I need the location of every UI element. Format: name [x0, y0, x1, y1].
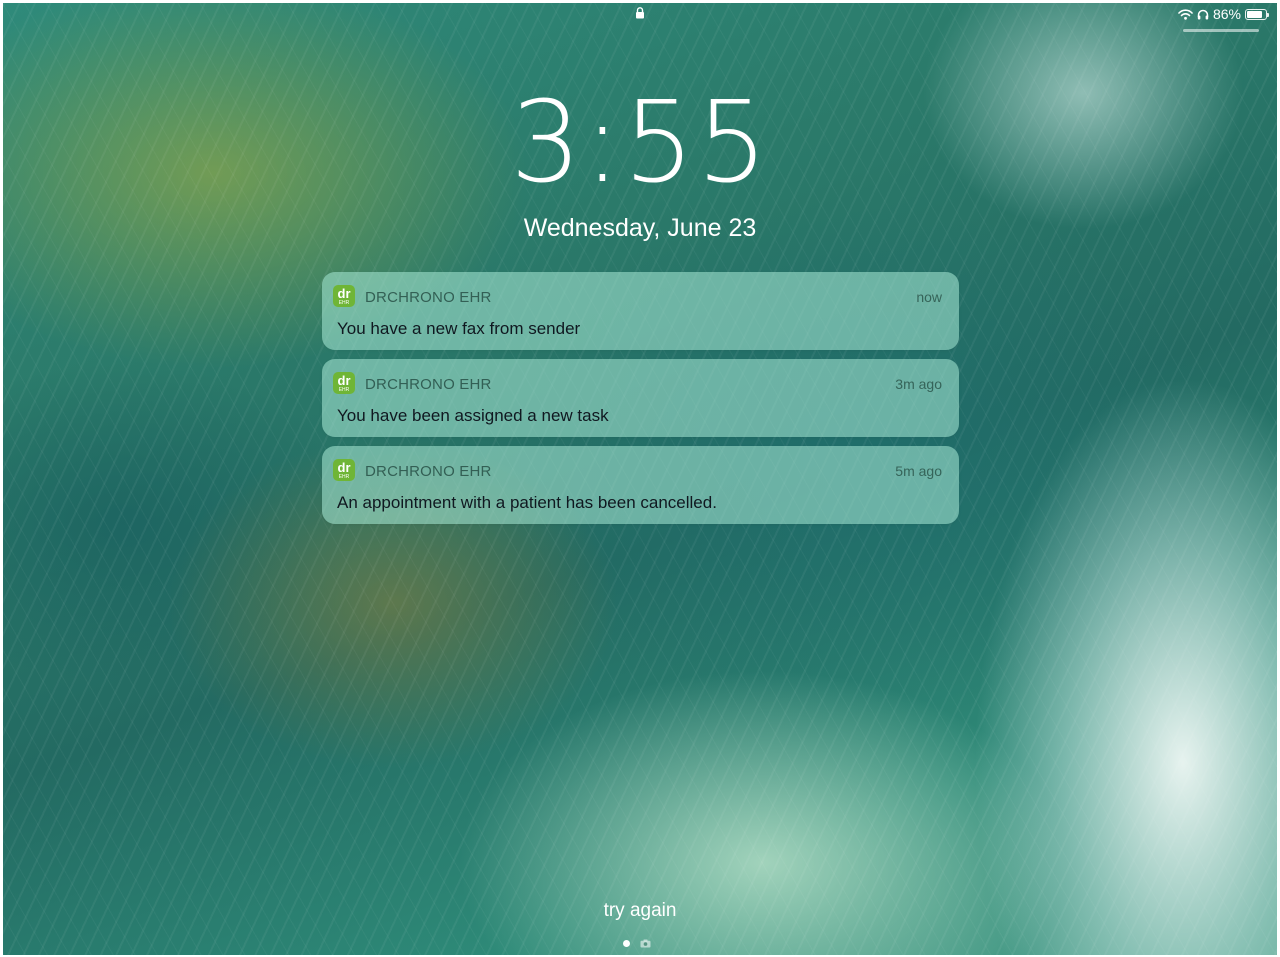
- notification-time: now: [916, 289, 942, 305]
- notification-card[interactable]: dr EHR DRCHRONO EHR 3m ago You have been…: [322, 359, 959, 437]
- battery-percent: 86%: [1212, 6, 1241, 22]
- app-icon-label: dr: [337, 460, 351, 475]
- app-icon-sublabel: EHR: [338, 387, 350, 393]
- drchrono-app-icon: dr EHR: [333, 459, 355, 481]
- app-icon-sublabel: EHR: [338, 300, 350, 306]
- notification-card[interactable]: dr EHR DRCHRONO EHR now You have a new f…: [322, 272, 959, 350]
- lock-screen-time: 3:55: [510, 78, 770, 208]
- notification-time: 3m ago: [895, 376, 942, 392]
- lock-screen: 86% 3:55 Wednesday, June 23 dr EHR DRCHR…: [3, 3, 1277, 955]
- drchrono-app-icon: dr EHR: [333, 285, 355, 307]
- try-again-label: try again: [603, 900, 677, 921]
- notification-time: 5m ago: [895, 463, 942, 479]
- drchrono-app-icon: dr EHR: [333, 372, 355, 394]
- wifi-icon: [1178, 8, 1193, 20]
- notification-app-name: DRCHRONO EHR: [365, 289, 492, 306]
- control-center-grabber[interactable]: [1183, 29, 1259, 32]
- headphones-icon: [1197, 9, 1209, 19]
- notification-app-name: DRCHRONO EHR: [365, 463, 492, 480]
- page-indicator: [623, 939, 651, 948]
- status-bar: 86%: [3, 3, 1277, 32]
- lock-icon: [636, 7, 644, 19]
- app-icon-sublabel: EHR: [338, 474, 350, 480]
- status-indicators: 86%: [1178, 6, 1269, 22]
- notification-message: You have a new fax from sender: [337, 319, 581, 338]
- camera-icon[interactable]: [640, 939, 651, 948]
- notification-card[interactable]: dr EHR DRCHRONO EHR 5m ago An appointmen…: [322, 446, 959, 524]
- battery-icon: [1245, 8, 1269, 20]
- notification-app-name: DRCHRONO EHR: [365, 376, 492, 393]
- app-icon-label: dr: [337, 373, 351, 388]
- notification-message: You have been assigned a new task: [337, 406, 609, 425]
- battery-level: [1247, 10, 1263, 18]
- lock-screen-date: Wednesday, June 23: [523, 214, 757, 242]
- notification-message: An appointment with a patient has been c…: [337, 493, 717, 512]
- page-dot-icon[interactable]: [623, 940, 630, 947]
- notification-list: dr EHR DRCHRONO EHR now You have a new f…: [322, 272, 959, 533]
- app-icon-label: dr: [337, 286, 351, 301]
